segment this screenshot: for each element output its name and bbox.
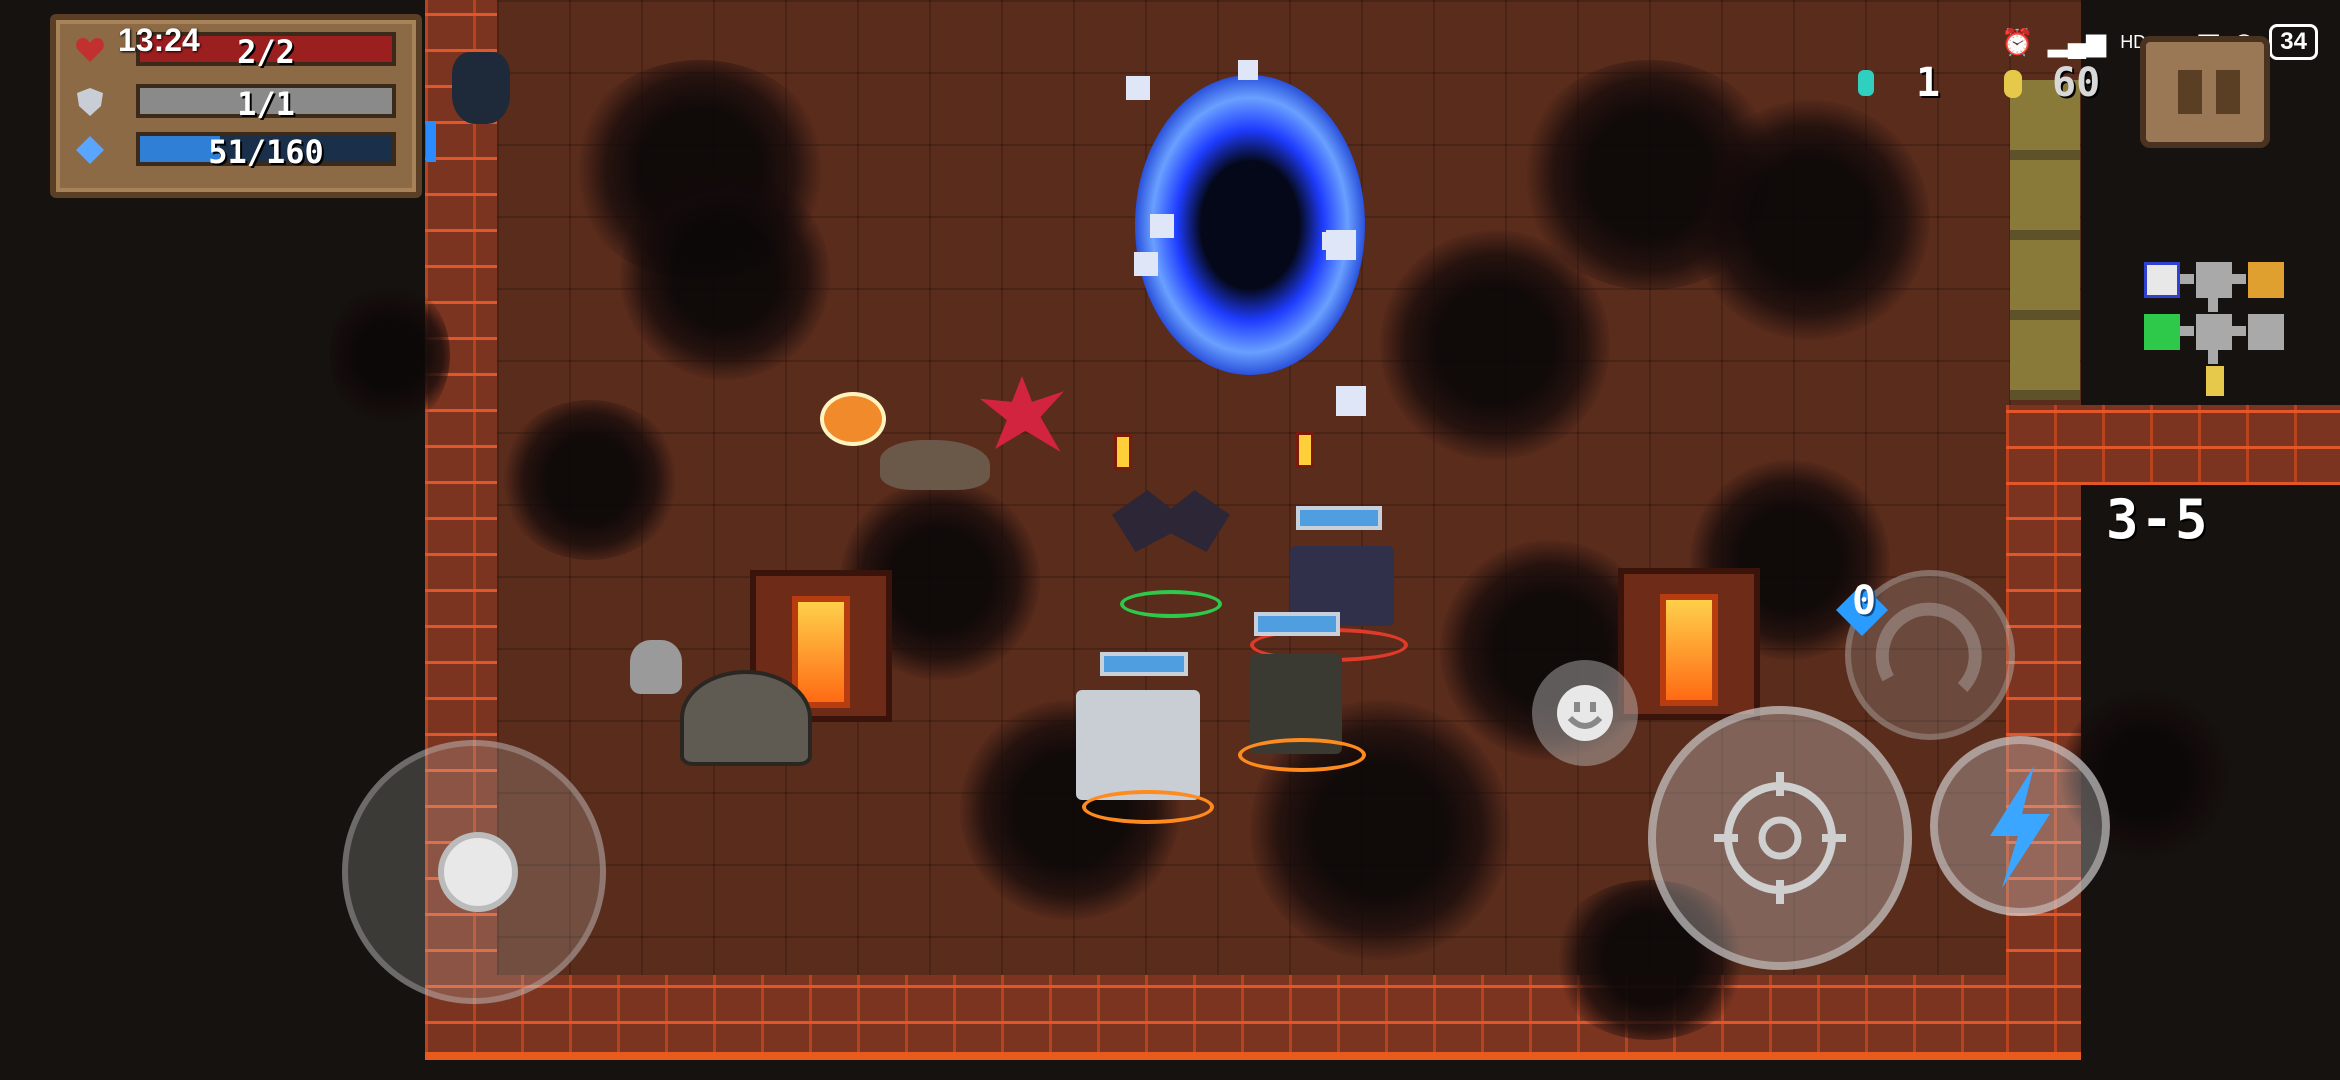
minimap-room-chest	[2248, 262, 2284, 298]
rock-pile	[680, 670, 812, 766]
dark-bush	[620, 170, 830, 380]
system-clock: 13:24	[118, 22, 200, 58]
battery-indicator: 34	[2269, 24, 2318, 60]
minimap-room	[2248, 314, 2284, 350]
lava-brazier	[1618, 568, 1760, 720]
player-knight	[1076, 690, 1200, 800]
pet-avatar[interactable]	[452, 52, 510, 124]
crosshair-icon	[1714, 772, 1846, 904]
minimap[interactable]	[2140, 258, 2290, 408]
shield-icon	[77, 88, 103, 116]
minimap-link	[2232, 274, 2246, 284]
level-indicator: 3-5	[2106, 488, 2210, 551]
portal-spark	[1336, 386, 1366, 416]
ally-mana-bar	[1296, 506, 1382, 530]
minimap-link	[2180, 274, 2194, 284]
alarm-icon: ⏰	[2001, 26, 2034, 57]
dungeon-wall-bottom	[425, 975, 2081, 1060]
player-mana-bar	[1100, 652, 1188, 676]
energy-row: 51/160	[70, 130, 404, 170]
gem-icon	[1858, 70, 1874, 96]
ally-selection-ring	[1238, 738, 1366, 772]
portal-spark	[1322, 232, 1340, 250]
portal-spark	[1134, 252, 1158, 276]
skull-statue	[630, 640, 682, 694]
pause-button[interactable]	[2140, 36, 2270, 148]
portal-spark	[1126, 76, 1150, 100]
dark-bush	[1690, 100, 1930, 340]
minimap-link	[2180, 326, 2194, 336]
lava-edge	[425, 1052, 2081, 1060]
dark-bush	[500, 400, 680, 560]
portal-spark	[1238, 60, 1258, 80]
coin-count: 60	[2052, 60, 2101, 106]
alert-marker	[426, 122, 436, 162]
energy-bar: 51/160	[136, 132, 396, 171]
bullet	[1114, 434, 1132, 470]
emote-button[interactable]	[1532, 660, 1638, 766]
armor-row: 1/1	[70, 82, 404, 122]
ammo-cost: 0	[1851, 578, 1877, 624]
minimap-room-exit	[2206, 366, 2224, 396]
portal-spark	[1150, 214, 1174, 238]
gem-count: 1	[1916, 60, 1941, 106]
ally-mana-bar	[1254, 612, 1340, 636]
minimap-room-shop	[2144, 262, 2180, 298]
heart-icon	[76, 38, 104, 62]
armor-text: 1/1	[237, 85, 295, 123]
minimap-room	[2196, 262, 2232, 298]
signal-icon: ▂▄▆	[2047, 26, 2107, 57]
minimap-room-current	[2196, 314, 2232, 350]
pause-icon	[2178, 70, 2202, 114]
enemy-spawn-ring	[1120, 590, 1222, 618]
lightning-icon	[1990, 766, 2050, 888]
minimap-link	[2232, 326, 2246, 336]
smiley-icon	[1557, 685, 1613, 741]
skill-button[interactable]	[1930, 736, 2110, 916]
stone-pillar-column	[2010, 80, 2080, 400]
player-selection-ring	[1082, 790, 1214, 824]
coin-icon	[2004, 70, 2022, 98]
armor-bar: 1/1	[136, 84, 396, 123]
bullet	[1296, 432, 1314, 468]
minimap-link	[2208, 350, 2218, 364]
dead-rat-enemy	[880, 440, 990, 490]
attack-button[interactable]	[1648, 706, 1912, 970]
minimap-link	[2208, 298, 2218, 312]
joystick-knob[interactable]	[438, 832, 518, 912]
orange-gem-drop[interactable]	[820, 392, 886, 446]
dungeon-wall-corridor	[2006, 405, 2340, 485]
dark-bush	[330, 280, 450, 430]
pause-icon-bar	[2216, 70, 2240, 114]
minimap-room-start	[2144, 314, 2180, 350]
player-status-panel: 2/2 1/1 51/160	[50, 14, 422, 198]
diamond-icon	[76, 136, 104, 164]
energy-text: 51/160	[208, 133, 324, 171]
